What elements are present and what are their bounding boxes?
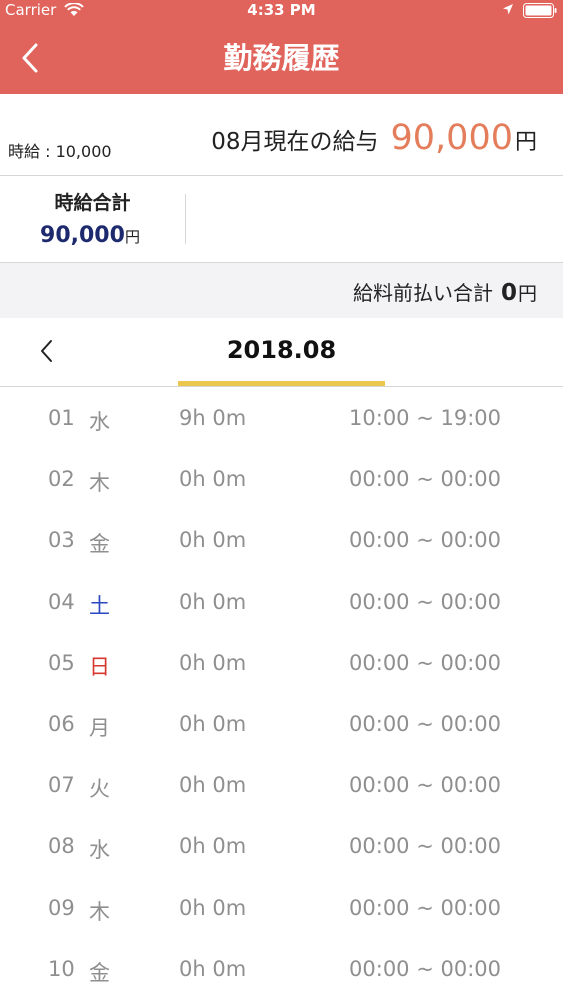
day-number: 08 xyxy=(48,834,75,859)
summary-row: 時給合計 90,000円 xyxy=(0,176,563,263)
day-number: 01 xyxy=(48,406,75,430)
work-time-range: 00:00 ~ 00:00 xyxy=(349,528,501,553)
day-row[interactable]: 05 日 0h 0m 00:00 ~ 00:00 xyxy=(0,633,563,694)
day-row[interactable]: 04 土 0h 0m 00:00 ~ 00:00 xyxy=(0,572,563,633)
month-salary-label: 08月現在の給与 xyxy=(211,129,379,155)
advance-payment-label: 給料前払い合計 xyxy=(352,281,493,305)
weekday-label: 木 xyxy=(89,471,110,496)
work-time-range: 00:00 ~ 00:00 xyxy=(349,834,501,859)
day-row[interactable]: 07 火 0h 0m 00:00 ~ 00:00 xyxy=(0,755,563,816)
work-time-range: 00:00 ~ 00:00 xyxy=(349,712,501,736)
work-duration: 0h 0m xyxy=(179,895,247,920)
advance-payment-total: 給料前払い合計 0 円 xyxy=(353,277,537,306)
wage-row: 時給 : 10,000 08月現在の給与 90,000 円 xyxy=(0,94,563,176)
work-history-list: 01 水 9h 0m 10:00 ~ 19:00 02 木 0h 0m 00:00 ~ 00:… xyxy=(0,388,563,1000)
weekday-label: 日 xyxy=(89,654,110,679)
day-number: 07 xyxy=(48,773,75,798)
work-duration: 0h 0m xyxy=(179,528,247,553)
weekday-label: 月 xyxy=(89,716,110,740)
status-bar: Carrier 4:33 PM xyxy=(0,0,563,22)
day-number: 05 xyxy=(48,650,75,675)
weekday-label: 金 xyxy=(89,532,110,557)
day-row[interactable]: 02 木 0h 0m 00:00 ~ 00:00 xyxy=(0,449,563,510)
advance-payment-row: 給料前払い合計 0 円 xyxy=(0,263,563,318)
weekday-label: 土 xyxy=(89,593,110,618)
summary-divider xyxy=(185,194,186,244)
month-tab-indicator xyxy=(178,381,385,386)
location-arrow-icon xyxy=(503,4,513,15)
day-row[interactable]: 06 月 0h 0m 00:00 ~ 00:00 xyxy=(0,694,563,755)
weekday-label: 木 xyxy=(89,899,110,924)
advance-payment-amount: 0 xyxy=(500,280,517,306)
month-salary-unit: 円 xyxy=(514,130,537,155)
hourly-rate: 時給 : 10,000 xyxy=(8,142,112,161)
day-number: 09 xyxy=(48,895,75,920)
work-time-range: 00:00 ~ 00:00 xyxy=(349,895,501,920)
work-time-range: 00:00 ~ 00:00 xyxy=(349,956,501,981)
day-row[interactable]: 03 金 0h 0m 00:00 ~ 00:00 xyxy=(0,510,563,571)
day-number: 06 xyxy=(48,712,75,736)
work-duration: 0h 0m xyxy=(179,467,247,492)
weekday-label: 水 xyxy=(89,410,110,434)
page-title: 勤務履歴 xyxy=(223,41,340,75)
hourly-total-cell: 時給合計 90,000円 xyxy=(0,176,185,262)
day-number: 03 xyxy=(48,528,75,553)
battery-icon xyxy=(523,3,557,18)
work-time-range: 00:00 ~ 00:00 xyxy=(349,467,501,492)
current-month-label: 2018.08 xyxy=(226,336,337,364)
day-row[interactable]: 10 金 0h 0m 00:00 ~ 00:00 xyxy=(0,939,563,1000)
day-number: 04 xyxy=(48,589,75,614)
advance-payment-unit: 円 xyxy=(517,283,537,305)
work-time-range: 00:00 ~ 00:00 xyxy=(349,589,501,614)
work-duration: 0h 0m xyxy=(179,589,247,614)
hourly-total-unit: 円 xyxy=(124,228,140,246)
day-row[interactable]: 09 木 0h 0m 00:00 ~ 00:00 xyxy=(0,878,563,939)
status-time: 4:33 PM xyxy=(247,1,316,19)
work-duration: 0h 0m xyxy=(179,956,247,981)
nav-header: Carrier 4:33 PM 勤務履歴 xyxy=(0,0,563,94)
work-time-range: 00:00 ~ 00:00 xyxy=(349,650,501,675)
weekday-label: 水 xyxy=(89,838,110,863)
work-time-range: 10:00 ~ 19:00 xyxy=(349,406,501,430)
day-row[interactable]: 01 水 9h 0m 10:00 ~ 19:00 xyxy=(0,388,563,449)
hourly-total-amount: 90,000 xyxy=(40,223,125,248)
current-month-salary: 08月現在の給与 90,000 円 xyxy=(211,118,537,158)
work-duration: 0h 0m xyxy=(179,834,247,859)
day-number: 02 xyxy=(48,467,75,492)
work-duration: 9h 0m xyxy=(179,406,247,430)
hourly-total-label: 時給合計 xyxy=(54,192,131,214)
weekday-label: 金 xyxy=(89,960,110,985)
month-selector: 2018.08 xyxy=(0,318,563,387)
work-duration: 0h 0m xyxy=(179,773,247,798)
day-number: 10 xyxy=(48,956,75,981)
day-row[interactable]: 08 水 0h 0m 00:00 ~ 00:00 xyxy=(0,816,563,877)
work-duration: 0h 0m xyxy=(179,650,247,675)
month-salary-amount: 90,000 xyxy=(390,118,513,158)
work-time-range: 00:00 ~ 00:00 xyxy=(349,773,501,798)
work-duration: 0h 0m xyxy=(179,712,247,736)
hourly-total-value: 90,000円 xyxy=(0,223,180,248)
weekday-label: 火 xyxy=(89,777,110,802)
